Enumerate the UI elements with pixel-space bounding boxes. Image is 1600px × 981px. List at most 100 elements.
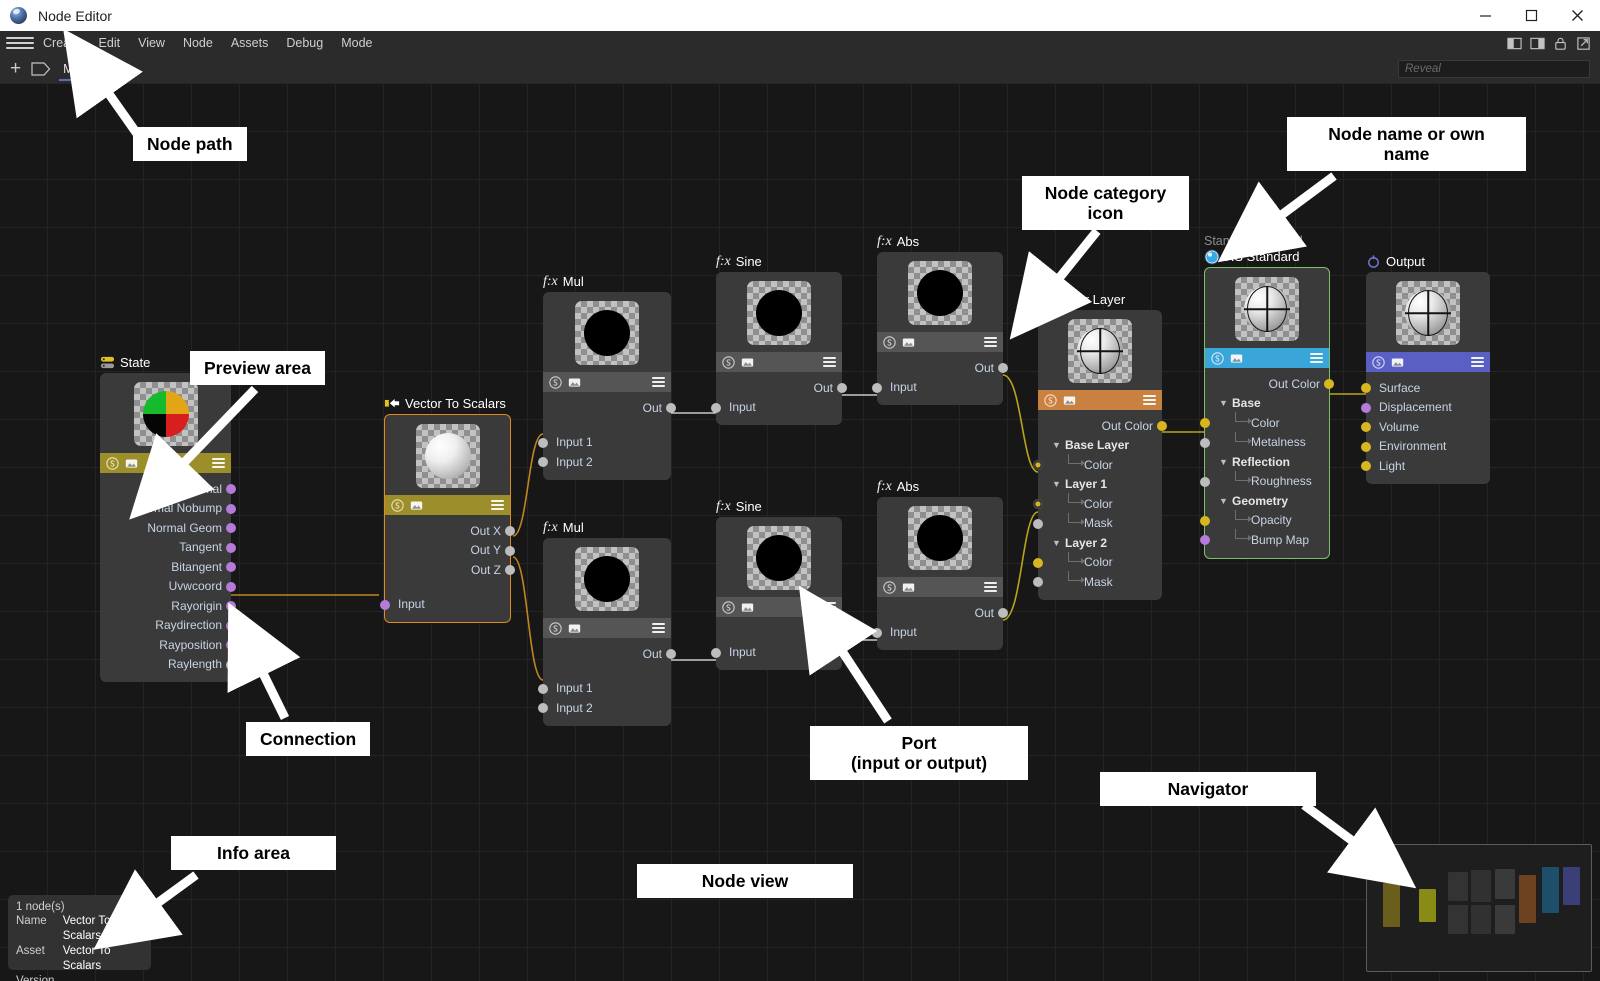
- node-menu-icon[interactable]: [1471, 357, 1484, 367]
- menu-item-debug[interactable]: Debug: [277, 31, 332, 55]
- image-icon[interactable]: [902, 581, 915, 594]
- port-dot-vts-input[interactable]: [380, 599, 390, 610]
- reveal-search-input[interactable]: Reveal: [1398, 60, 1590, 78]
- tag-icon[interactable]: [31, 62, 51, 76]
- node-colorlayer-preview[interactable]: [1038, 310, 1162, 390]
- node-vector-to-scalars[interactable]: Vector To Scalars Out X Out Y Out Z Inpu…: [380, 395, 515, 623]
- image-icon[interactable]: [410, 499, 423, 512]
- chevron-down-icon[interactable]: ▼: [1052, 538, 1061, 548]
- node-vts-toolbar[interactable]: [385, 495, 510, 515]
- panel-left-icon[interactable]: [1507, 36, 1522, 51]
- port-dot-rs-bumpmap[interactable]: [1200, 535, 1210, 545]
- shader-ball-icon[interactable]: [391, 498, 404, 512]
- node-sine-2[interactable]: f:x Sine Out Input: [711, 498, 847, 670]
- node-abs2-preview[interactable]: [877, 497, 1003, 577]
- node-colorlayer-toolbar[interactable]: [1038, 390, 1162, 410]
- menu-item-node[interactable]: Node: [174, 31, 222, 55]
- group-base-layer[interactable]: ▼ Base Layer: [1038, 436, 1162, 456]
- node-output[interactable]: Output Surface Displacement Volume Envir…: [1361, 253, 1490, 484]
- shader-ball-icon[interactable]: [883, 580, 896, 594]
- node-sine2-body[interactable]: Out Input: [711, 517, 847, 670]
- port-row-abs2-input[interactable]: Input: [872, 623, 1003, 643]
- node-abs-2[interactable]: f:x Abs Out Input: [872, 478, 1008, 650]
- port-row-normal-nobump[interactable]: Normal Nobump: [100, 499, 236, 519]
- port-row-out-surface[interactable]: Surface: [1361, 378, 1490, 398]
- image-icon[interactable]: [741, 356, 754, 369]
- node-output-toolbar[interactable]: [1366, 352, 1490, 372]
- node-menu-icon[interactable]: [823, 602, 836, 612]
- port-dot-normal[interactable]: [226, 484, 236, 494]
- chevron-down-icon[interactable]: ▼: [1219, 496, 1228, 506]
- port-dot-abs2-input[interactable]: [872, 627, 882, 638]
- node-menu-icon[interactable]: [652, 377, 665, 387]
- panel-right-icon[interactable]: [1530, 36, 1545, 51]
- port-dot-abs1-input[interactable]: [872, 382, 882, 393]
- chevron-down-icon[interactable]: ▼: [1219, 398, 1228, 408]
- node-abs2-toolbar[interactable]: [877, 577, 1003, 597]
- chevron-down-icon[interactable]: ▼: [1219, 457, 1228, 467]
- port-row-vts-input[interactable]: Input: [380, 595, 510, 615]
- node-sine2-toolbar[interactable]: [716, 597, 842, 617]
- node-output-body[interactable]: Surface Displacement Volume Environment: [1361, 272, 1490, 484]
- port-row-raydirection[interactable]: Raydirection: [100, 616, 236, 636]
- shader-ball-icon[interactable]: [722, 600, 735, 614]
- port-row-rs-roughness[interactable]: Roughness: [1200, 470, 1329, 492]
- port-row-abs2-out[interactable]: Out: [877, 603, 1008, 623]
- node-colorlayer-body[interactable]: Out Color ▼ Base Layer Color ▼ Layer 1 C…: [1033, 310, 1167, 600]
- port-row-mul1-input2[interactable]: Input 2: [538, 452, 671, 472]
- port-row-cl-l1-mask[interactable]: Mask: [1033, 512, 1162, 534]
- node-sine2-preview[interactable]: [716, 517, 842, 597]
- node-rs-toolbar[interactable]: [1205, 348, 1329, 368]
- port-dot-cl-l1-color[interactable]: [1033, 499, 1043, 509]
- group-layer-1[interactable]: ▼ Layer 1: [1038, 475, 1162, 495]
- node-menu-icon[interactable]: [1143, 395, 1156, 405]
- port-row-mul2-input2[interactable]: Input 2: [538, 698, 671, 718]
- port-row-mul2-out[interactable]: Out: [543, 644, 676, 664]
- port-dot-sine2-out[interactable]: [837, 628, 847, 638]
- port-dot-bitangent[interactable]: [226, 562, 236, 572]
- node-output-preview[interactable]: [1366, 272, 1490, 352]
- node-sine1-preview[interactable]: [716, 272, 842, 352]
- close-button[interactable]: [1554, 0, 1600, 31]
- port-dot-sine2-input[interactable]: [711, 647, 721, 658]
- port-row-sine2-input[interactable]: Input: [711, 643, 842, 663]
- port-dot-rs-metalness[interactable]: [1200, 437, 1210, 448]
- node-menu-icon[interactable]: [212, 458, 225, 468]
- port-dot-mul1-out[interactable]: [666, 403, 676, 413]
- port-row-cl-base-color[interactable]: Color: [1033, 454, 1162, 475]
- port-dot-displacement[interactable]: [1361, 402, 1371, 413]
- image-icon[interactable]: [1391, 356, 1404, 369]
- node-mul-2[interactable]: f:x Mul Out Input 1 Input 2: [538, 519, 676, 726]
- port-dot-cl-outcolor[interactable]: [1157, 421, 1167, 431]
- port-dot-mul2-out[interactable]: [666, 649, 676, 659]
- port-row-rs-bumpmap[interactable]: Bump Map: [1200, 529, 1329, 550]
- port-row-tangent[interactable]: Tangent: [100, 538, 236, 558]
- port-dot-normal-geom[interactable]: [226, 523, 236, 533]
- port-dot-cl-l2-color[interactable]: [1033, 557, 1043, 568]
- node-color-layer[interactable]: Color Layer Out Color ▼ Base Layer Color…: [1033, 291, 1167, 600]
- group-base[interactable]: ▼ Base: [1205, 394, 1329, 414]
- port-dot-sine1-out[interactable]: [837, 383, 847, 393]
- port-row-rs-metalness[interactable]: Metalness: [1200, 431, 1329, 453]
- port-row-cl-outcolor[interactable]: Out Color: [1038, 416, 1167, 436]
- port-row-abs1-input[interactable]: Input: [872, 378, 1003, 398]
- shader-ball-icon[interactable]: [106, 456, 119, 470]
- menu-item-view[interactable]: View: [129, 31, 174, 55]
- port-row-out-displacement[interactable]: Displacement: [1361, 398, 1490, 418]
- image-icon[interactable]: [568, 622, 581, 635]
- node-vts-body[interactable]: Out X Out Y Out Z Input: [380, 414, 515, 623]
- menu-item-mode[interactable]: Mode: [332, 31, 381, 55]
- port-row-mul2-input1[interactable]: Input 1: [538, 679, 671, 699]
- menu-item-assets[interactable]: Assets: [222, 31, 278, 55]
- port-dot-tangent[interactable]: [226, 542, 236, 553]
- node-menu-icon[interactable]: [823, 357, 836, 367]
- shader-ball-icon[interactable]: [549, 621, 562, 635]
- node-mul2-preview[interactable]: [543, 538, 671, 618]
- shader-ball-icon[interactable]: [1044, 393, 1057, 407]
- port-row-out-z[interactable]: Out Z: [385, 560, 515, 580]
- port-dot-cl-l2-mask[interactable]: [1033, 577, 1043, 587]
- menu-item-edit[interactable]: Edit: [90, 31, 130, 55]
- port-row-rs-opacity[interactable]: Opacity: [1200, 509, 1329, 531]
- node-abs1-toolbar[interactable]: [877, 332, 1003, 352]
- port-row-cl-l1-color[interactable]: Color: [1033, 493, 1162, 514]
